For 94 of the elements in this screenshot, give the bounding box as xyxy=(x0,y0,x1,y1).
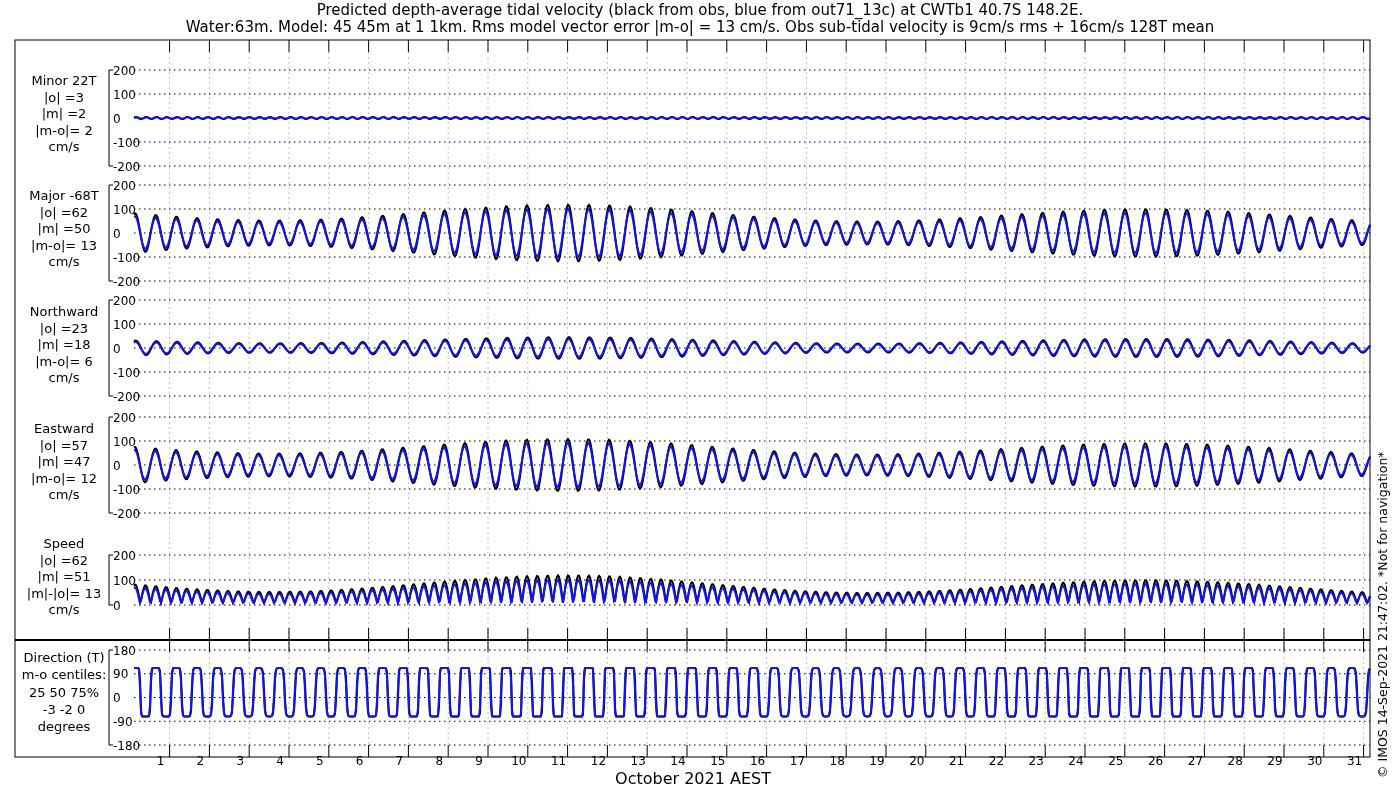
y-tick-label: -200 xyxy=(113,389,141,404)
chart-title: Predicted depth-average tidal velocity (black from obs, blue from out71_13c) at CWTb1 40.7S 148.2E. xyxy=(316,1,1084,19)
x-tick-label: 9 xyxy=(475,754,483,768)
x-tick-label: 11 xyxy=(550,754,567,768)
panel-label: |o| =3 xyxy=(44,89,84,105)
y-tick-label: -100 xyxy=(113,250,141,265)
y-tick-label: 90 xyxy=(113,667,129,682)
panel-label: |m-o|= 13 xyxy=(31,237,97,253)
y-tick-label: 200 xyxy=(113,548,136,563)
x-tick-label: 28 xyxy=(1227,754,1243,768)
x-tick-label: 14 xyxy=(670,754,686,768)
panel-label: -3 -2 0 xyxy=(42,701,86,717)
y-tick-label: 200 xyxy=(113,178,136,193)
panel-label: |m| =2 xyxy=(41,106,87,121)
y-tick-label: 0 xyxy=(113,598,121,613)
panel-label: Minor 22T xyxy=(31,73,97,88)
x-tick-label: 5 xyxy=(316,754,324,768)
panel-label: |m-o|= 2 xyxy=(35,122,93,138)
y-tick-label: -100 xyxy=(113,135,141,150)
x-tick-label: 23 xyxy=(1028,754,1044,768)
x-tick-label: 20 xyxy=(909,754,925,768)
panel-label: |m|-|o|= 13 xyxy=(26,585,102,601)
x-tick-label: 7 xyxy=(395,754,404,768)
chart-title: Water:63m. Model: 45 45m at 1 1km. Rms model vector error |m-o| = 13 cm/s. Obs sub-tidal velocity is 9cm/s rms + 16cm/s 128T mean xyxy=(185,18,1215,36)
y-tick-label: 100 xyxy=(113,87,136,102)
x-tick-label: 12 xyxy=(590,754,607,768)
panel-label: Eastward xyxy=(34,421,94,436)
panel-label: cm/s xyxy=(48,487,80,502)
credit-text: © IMOS 14-Sep-2021 21:47:02. *Not for navigation* xyxy=(1375,451,1390,778)
panel-label: cm/s xyxy=(48,370,80,385)
y-tick-label: -100 xyxy=(113,482,141,497)
x-tick-label: 30 xyxy=(1307,754,1323,768)
x-tick-label: 25 xyxy=(1108,754,1124,768)
x-tick-label: 31 xyxy=(1346,754,1363,768)
panel-label: Northward xyxy=(29,304,99,319)
x-tick-label: 3 xyxy=(236,754,244,768)
panel-label: |o| =62 xyxy=(39,552,89,568)
panel-label: Major -68T xyxy=(29,188,99,203)
panel-label: |m| =47 xyxy=(37,454,91,469)
x-tick-label: 10 xyxy=(511,754,527,768)
panel-label: 25 50 75% xyxy=(28,684,100,700)
x-axis-label: October 2021 AEST xyxy=(615,769,771,788)
x-tick-label: 22 xyxy=(988,754,1005,768)
x-tick-label: 26 xyxy=(1147,754,1164,768)
panel-label: |m| =51 xyxy=(37,569,91,584)
x-tick-label: 6 xyxy=(355,754,364,768)
y-tick-label: 0 xyxy=(113,691,121,705)
panel-label: |m-o|= 6 xyxy=(35,353,93,369)
x-tick-label: 13 xyxy=(630,754,646,768)
y-tick-label: 0 xyxy=(113,111,121,126)
x-tick-label: 27 xyxy=(1187,754,1204,768)
y-tick-label: 200 xyxy=(113,293,136,308)
panel-label: cm/s xyxy=(48,602,80,617)
y-tick-label: 0 xyxy=(113,226,121,241)
panel-label: degrees xyxy=(37,719,91,735)
y-tick-label: -180 xyxy=(113,738,141,753)
panel-label: cm/s xyxy=(48,139,80,154)
panel-label: |m-o|= 12 xyxy=(31,470,97,486)
panel-label: m-o centiles: xyxy=(21,667,107,683)
y-tick-label: 180 xyxy=(113,643,136,658)
y-tick-label: 100 xyxy=(113,202,136,217)
x-tick-label: 8 xyxy=(435,754,443,768)
y-tick-label: -200 xyxy=(113,274,141,289)
y-tick-label: 200 xyxy=(113,410,136,425)
y-tick-label: -200 xyxy=(113,506,141,521)
x-tick-label: 16 xyxy=(749,754,766,768)
y-tick-label: 100 xyxy=(113,317,136,332)
x-tick-label: 21 xyxy=(948,754,965,768)
panel-label: Speed xyxy=(43,536,85,551)
panel-label: |o| =23 xyxy=(39,320,89,336)
y-tick-label: 0 xyxy=(113,458,121,473)
y-tick-label: 0 xyxy=(113,341,121,356)
panel-label: |o| =57 xyxy=(39,437,89,453)
y-tick-label: -200 xyxy=(113,159,141,174)
y-tick-label: -100 xyxy=(113,365,141,380)
x-tick-label: 2 xyxy=(196,754,205,768)
panel-label: |m| =50 xyxy=(37,221,91,236)
y-tick-label: 100 xyxy=(113,573,136,588)
y-tick-label: 200 xyxy=(113,63,136,78)
panel-label: cm/s xyxy=(48,254,80,269)
y-tick-label: -90 xyxy=(113,714,133,729)
panel-label: |o| =62 xyxy=(39,204,89,220)
x-tick-label: 1 xyxy=(156,754,165,768)
x-tick-label: 19 xyxy=(869,754,885,768)
x-tick-label: 24 xyxy=(1068,754,1084,768)
panel-label: Direction (T) xyxy=(23,650,105,665)
panel-label: |m| =18 xyxy=(37,337,91,352)
x-tick-label: 29 xyxy=(1267,754,1283,768)
x-tick-label: 18 xyxy=(829,754,845,768)
x-tick-label: 15 xyxy=(710,754,726,768)
x-tick-label: 17 xyxy=(789,754,806,768)
x-tick-label: 4 xyxy=(276,754,284,768)
y-tick-label: 100 xyxy=(113,434,136,449)
y-axis xyxy=(108,554,114,606)
